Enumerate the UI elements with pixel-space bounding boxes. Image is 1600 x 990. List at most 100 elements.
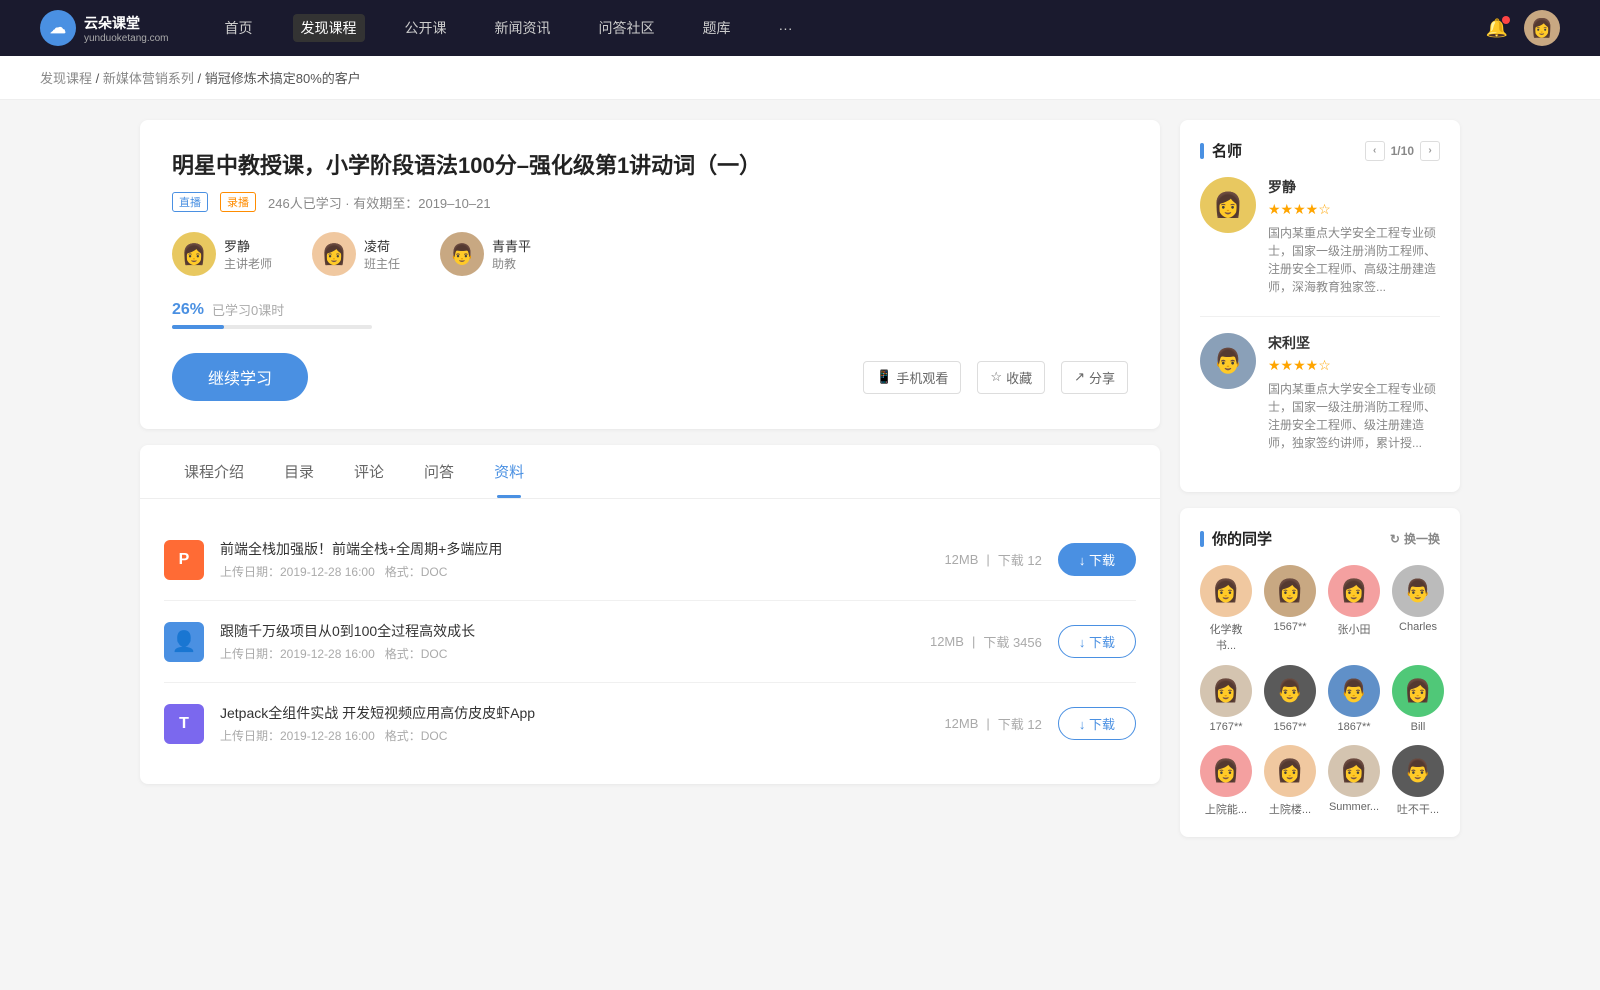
teacher-0-role: 主讲老师 bbox=[224, 255, 272, 272]
classmate-avatar-1: 👩 bbox=[1264, 565, 1316, 617]
classmate-name-9: 土院楼... bbox=[1269, 801, 1311, 817]
teachers-prev-button[interactable]: ‹ bbox=[1365, 141, 1385, 161]
classmate-item-10[interactable]: 👩 Summer... bbox=[1328, 745, 1380, 817]
classmate-item-8[interactable]: 👩 上院能... bbox=[1200, 745, 1252, 817]
classmate-name-0: 化学教书... bbox=[1200, 621, 1252, 653]
file-info-2: Jetpack全组件实战 开发短视频应用高仿皮皮虾App 上传日期：2019-1… bbox=[220, 703, 928, 744]
nav-item-more[interactable]: ··· bbox=[771, 16, 801, 40]
classmate-item-9[interactable]: 👩 土院楼... bbox=[1264, 745, 1316, 817]
classmates-panel-title: 你的同学 ↻ 换一换 bbox=[1200, 528, 1440, 549]
progress-label: 26% 已学习0课时 bbox=[172, 300, 1128, 319]
teacher-list: 👩 罗静 主讲老师 👩 凌荷 班主任 👨 青青平 bbox=[172, 232, 1128, 276]
progress-bar-bg bbox=[172, 325, 372, 329]
nav-item-quiz[interactable]: 题库 bbox=[695, 14, 739, 42]
classmate-avatar-5: 👨 bbox=[1264, 665, 1316, 717]
classmate-item-2[interactable]: 👩 张小田 bbox=[1328, 565, 1380, 653]
logo-icon: ☁ bbox=[40, 10, 76, 46]
classmate-avatar-3: 👨 bbox=[1392, 565, 1444, 617]
file-item: P 前端全栈加强版！前端全栈+全周期+多端应用 上传日期：2019-12-28 … bbox=[164, 519, 1136, 601]
classmate-avatar-4: 👩 bbox=[1200, 665, 1252, 717]
nav-item-home[interactable]: 首页 bbox=[217, 14, 261, 42]
download-button-1[interactable]: ↓ 下载 bbox=[1058, 625, 1136, 658]
tab-materials[interactable]: 资料 bbox=[474, 445, 544, 498]
teacher-panel-item-0: 👩 罗静 ★★★★☆ 国内某重点大学安全工程专业硕士，国家一级注册消防工程师、注… bbox=[1200, 177, 1440, 296]
user-avatar[interactable]: 👩 bbox=[1524, 10, 1560, 46]
teacher-panel-info-1: 宋利坚 ★★★★☆ 国内某重点大学安全工程专业硕士，国家一级注册消防工程师、注册… bbox=[1268, 333, 1440, 452]
download-button-2[interactable]: ↓ 下载 bbox=[1058, 707, 1136, 740]
teachers-panel: 名师 ‹ 1/10 › 👩 罗静 ★★★★☆ 国内某重点大学安全工程专业硕士，国… bbox=[1180, 120, 1460, 492]
teacher-panel-name-0: 罗静 bbox=[1268, 177, 1440, 197]
breadcrumb-series[interactable]: 新媒体营销系列 bbox=[103, 71, 194, 86]
classmate-item-3[interactable]: 👨 Charles bbox=[1392, 565, 1444, 653]
download-button-0[interactable]: ↓ 下载 bbox=[1058, 543, 1136, 576]
classmate-name-6: 1867** bbox=[1337, 721, 1370, 733]
teachers-next-button[interactable]: › bbox=[1420, 141, 1440, 161]
classmate-name-10: Summer... bbox=[1329, 801, 1379, 813]
tag-live: 直播 bbox=[172, 192, 208, 212]
teacher-2-name: 青青平 bbox=[492, 236, 531, 255]
classmate-name-1: 1567** bbox=[1273, 621, 1306, 633]
share-button[interactable]: ↗ 分享 bbox=[1061, 361, 1128, 394]
nav-item-qa[interactable]: 问答社区 bbox=[591, 14, 663, 42]
logo[interactable]: ☁ 云朵课堂 yunduoketang.com bbox=[40, 10, 169, 46]
nav-right: 🔔 👩 bbox=[1486, 10, 1560, 46]
teachers-panel-title: 名师 ‹ 1/10 › bbox=[1200, 140, 1440, 161]
classmate-name-4: 1767** bbox=[1209, 721, 1242, 733]
teacher-2-avatar: 👨 bbox=[440, 232, 484, 276]
share-icon: ↗ bbox=[1074, 369, 1085, 385]
file-icon-2: T bbox=[164, 704, 204, 744]
divider bbox=[1200, 316, 1440, 317]
file-stats-2: 12MB | 下载 12 bbox=[944, 714, 1041, 733]
teacher-1-avatar: 👩 bbox=[312, 232, 356, 276]
classmate-name-3: Charles bbox=[1399, 621, 1437, 633]
breadcrumb: 发现课程 / 新媒体营销系列 / 销冠修炼术搞定80%的客户 bbox=[0, 56, 1600, 100]
nav-item-news[interactable]: 新闻资讯 bbox=[487, 14, 559, 42]
mobile-view-button[interactable]: 📱 手机观看 bbox=[863, 361, 961, 394]
classmate-avatar-8: 👩 bbox=[1200, 745, 1252, 797]
teacher-2-info: 青青平 助教 bbox=[492, 236, 531, 272]
file-meta-0: 上传日期：2019-12-28 16:00 格式：DOC bbox=[220, 563, 928, 580]
file-icon-0: P bbox=[164, 540, 204, 580]
file-name-1: 跟随千万级项目从0到100全过程高效成长 bbox=[220, 621, 914, 641]
teacher-0-info: 罗静 主讲老师 bbox=[224, 236, 272, 272]
tab-comments[interactable]: 评论 bbox=[334, 445, 404, 498]
teacher-panel-desc-1: 国内某重点大学安全工程专业硕士，国家一级注册消防工程师、注册安全工程师、级注册建… bbox=[1268, 380, 1440, 452]
tab-catalog[interactable]: 目录 bbox=[264, 445, 334, 498]
classmates-panel: 你的同学 ↻ 换一换 👩 化学教书... 👩 1567** 👩 bbox=[1180, 508, 1460, 837]
notification-bell[interactable]: 🔔 bbox=[1486, 18, 1508, 39]
teacher-panel-avatar-0: 👩 bbox=[1200, 177, 1256, 233]
progress-sublabel: 已学习0课时 bbox=[212, 300, 284, 319]
classmates-refresh-button[interactable]: ↻ 换一换 bbox=[1390, 530, 1440, 547]
classmate-item-0[interactable]: 👩 化学教书... bbox=[1200, 565, 1252, 653]
tabs-card: 课程介绍 目录 评论 问答 资料 P 前端全栈加强版！前端全栈+全周期+多端应用… bbox=[140, 445, 1160, 784]
breadcrumb-current: 销冠修炼术搞定80%的客户 bbox=[205, 71, 361, 86]
nav-item-public[interactable]: 公开课 bbox=[397, 14, 455, 42]
classmate-name-2: 张小田 bbox=[1338, 621, 1371, 637]
teacher-panel-name-1: 宋利坚 bbox=[1268, 333, 1440, 353]
tabs-content: P 前端全栈加强版！前端全栈+全周期+多端应用 上传日期：2019-12-28 … bbox=[140, 499, 1160, 784]
right-column: 名师 ‹ 1/10 › 👩 罗静 ★★★★☆ 国内某重点大学安全工程专业硕士，国… bbox=[1180, 120, 1460, 837]
progress-section: 26% 已学习0课时 bbox=[172, 300, 1128, 329]
tab-intro[interactable]: 课程介绍 bbox=[164, 445, 264, 498]
classmate-item-7[interactable]: 👩 Bill bbox=[1392, 665, 1444, 733]
nav-item-discover[interactable]: 发现课程 bbox=[293, 14, 365, 42]
file-icon-1: 👤 bbox=[164, 622, 204, 662]
classmate-item-11[interactable]: 👨 吐不干... bbox=[1392, 745, 1444, 817]
continue-learning-button[interactable]: 继续学习 bbox=[172, 353, 308, 401]
file-stats-0: 12MB | 下载 12 bbox=[944, 550, 1041, 569]
classmate-item-6[interactable]: 👨 1867** bbox=[1328, 665, 1380, 733]
action-buttons: 📱 手机观看 ☆ 收藏 ↗ 分享 bbox=[863, 361, 1128, 394]
course-card: 明星中教授课，小学阶段语法100分–强化级第1讲动词（一） 直播 录播 246人… bbox=[140, 120, 1160, 429]
course-meta: 直播 录播 246人已学习 · 有效期至：2019–10–21 bbox=[172, 192, 1128, 212]
teacher-0-avatar: 👩 bbox=[172, 232, 216, 276]
file-info-1: 跟随千万级项目从0到100全过程高效成长 上传日期：2019-12-28 16:… bbox=[220, 621, 914, 662]
breadcrumb-discover[interactable]: 发现课程 bbox=[40, 71, 92, 86]
classmate-item-5[interactable]: 👨 1567** bbox=[1264, 665, 1316, 733]
tab-qa[interactable]: 问答 bbox=[404, 445, 474, 498]
classmate-item-1[interactable]: 👩 1567** bbox=[1264, 565, 1316, 653]
classmates-grid: 👩 化学教书... 👩 1567** 👩 张小田 👨 Charles 👩 bbox=[1200, 565, 1440, 817]
collect-button[interactable]: ☆ 收藏 bbox=[977, 361, 1045, 394]
star-icon: ☆ bbox=[990, 369, 1002, 385]
classmate-item-4[interactable]: 👩 1767** bbox=[1200, 665, 1252, 733]
file-stats-1: 12MB | 下载 3456 bbox=[930, 632, 1042, 651]
